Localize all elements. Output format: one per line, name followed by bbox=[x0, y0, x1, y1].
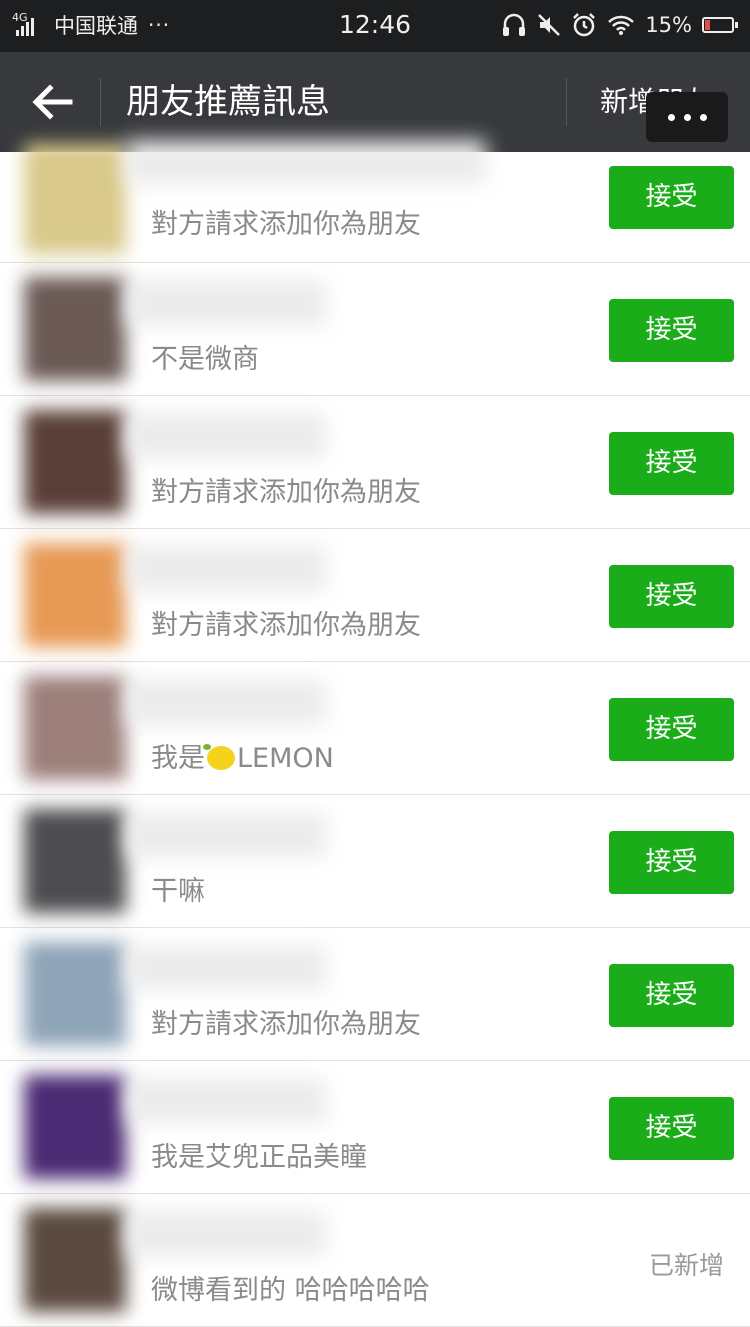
battery-icon bbox=[702, 17, 738, 33]
request-row[interactable]: 不是微商 接受 bbox=[0, 263, 750, 396]
more-dots-icon bbox=[668, 114, 675, 121]
request-row[interactable]: 對方請求添加你為朋友 接受 bbox=[0, 928, 750, 1061]
request-message: 我是 LEMON bbox=[151, 736, 334, 775]
more-dots-icon bbox=[700, 114, 707, 121]
request-row[interactable]: 微博看到的 哈哈哈哈哈 已新增 bbox=[0, 1194, 750, 1327]
alarm-icon bbox=[573, 13, 596, 37]
request-message: 對方請求添加你為朋友 bbox=[151, 477, 421, 508]
divider bbox=[100, 78, 101, 126]
page-title: 朋友推薦訊息 bbox=[126, 82, 330, 122]
request-message: 對方請求添加你為朋友 bbox=[151, 209, 421, 240]
name-blurred bbox=[126, 140, 486, 184]
status-bar: 4G 中国联通 ··· 12:46 15% bbox=[0, 0, 750, 52]
request-message: 干嘛 bbox=[151, 876, 205, 907]
accept-button[interactable]: 接受 bbox=[609, 166, 734, 229]
avatar[interactable] bbox=[24, 277, 126, 381]
top-bar: 朋友推薦訊息 新增朋友 bbox=[0, 52, 750, 152]
name-blurred bbox=[126, 281, 326, 325]
name-blurred bbox=[126, 1079, 326, 1123]
message-suffix: LEMON bbox=[237, 743, 334, 774]
request-row[interactable]: 干嘛 接受 bbox=[0, 795, 750, 928]
accept-button[interactable]: 接受 bbox=[609, 1097, 734, 1160]
request-row[interactable]: 我是 LEMON 接受 bbox=[0, 662, 750, 795]
battery-percent: 15% bbox=[645, 13, 692, 37]
accept-button[interactable]: 接受 bbox=[609, 698, 734, 761]
more-dots-icon bbox=[684, 114, 691, 121]
accept-button[interactable]: 接受 bbox=[609, 831, 734, 894]
avatar[interactable] bbox=[24, 1075, 126, 1179]
name-blurred bbox=[126, 414, 326, 458]
accept-button[interactable]: 接受 bbox=[609, 565, 734, 628]
name-blurred bbox=[126, 946, 326, 990]
request-row[interactable]: 對方請求添加你為朋友 接受 bbox=[0, 140, 750, 263]
status-right: 15% bbox=[501, 12, 738, 38]
request-message: 微博看到的 哈哈哈哈哈 bbox=[151, 1275, 430, 1306]
accept-button[interactable]: 接受 bbox=[609, 299, 734, 362]
accept-button[interactable]: 接受 bbox=[609, 432, 734, 495]
name-blurred bbox=[126, 813, 326, 857]
request-message: 我是艾兜正品美瞳 bbox=[151, 1142, 367, 1173]
avatar[interactable] bbox=[24, 676, 126, 780]
request-message: 對方請求添加你為朋友 bbox=[151, 610, 421, 641]
headphones-icon bbox=[503, 13, 526, 36]
more-menu-button[interactable] bbox=[646, 92, 728, 142]
accept-button[interactable]: 接受 bbox=[609, 964, 734, 1027]
avatar[interactable] bbox=[24, 144, 126, 254]
avatar[interactable] bbox=[24, 543, 126, 647]
message-prefix: 我是 bbox=[151, 743, 205, 774]
request-message: 對方請求添加你為朋友 bbox=[151, 1009, 421, 1040]
request-row[interactable]: 我是艾兜正品美瞳 接受 bbox=[0, 1061, 750, 1194]
avatar[interactable] bbox=[24, 410, 126, 514]
avatar[interactable] bbox=[24, 809, 126, 913]
request-row[interactable]: 對方請求添加你為朋友 接受 bbox=[0, 396, 750, 529]
request-message: 不是微商 bbox=[151, 344, 259, 375]
avatar[interactable] bbox=[24, 1208, 126, 1312]
added-status: 已新增 bbox=[648, 1251, 724, 1280]
back-arrow-icon[interactable] bbox=[26, 80, 78, 124]
name-blurred bbox=[126, 680, 326, 724]
wifi-icon bbox=[608, 15, 635, 35]
divider bbox=[566, 78, 567, 126]
request-row[interactable]: 對方請求添加你為朋友 接受 bbox=[0, 529, 750, 662]
friend-request-list: 對方請求添加你為朋友 接受 不是微商 接受 對方請求添加你為朋友 接受 對方請求… bbox=[0, 140, 750, 1327]
name-blurred bbox=[126, 547, 326, 591]
avatar[interactable] bbox=[24, 942, 126, 1046]
name-blurred bbox=[126, 1212, 326, 1256]
mute-icon bbox=[538, 14, 561, 36]
lemon-icon bbox=[203, 744, 235, 770]
